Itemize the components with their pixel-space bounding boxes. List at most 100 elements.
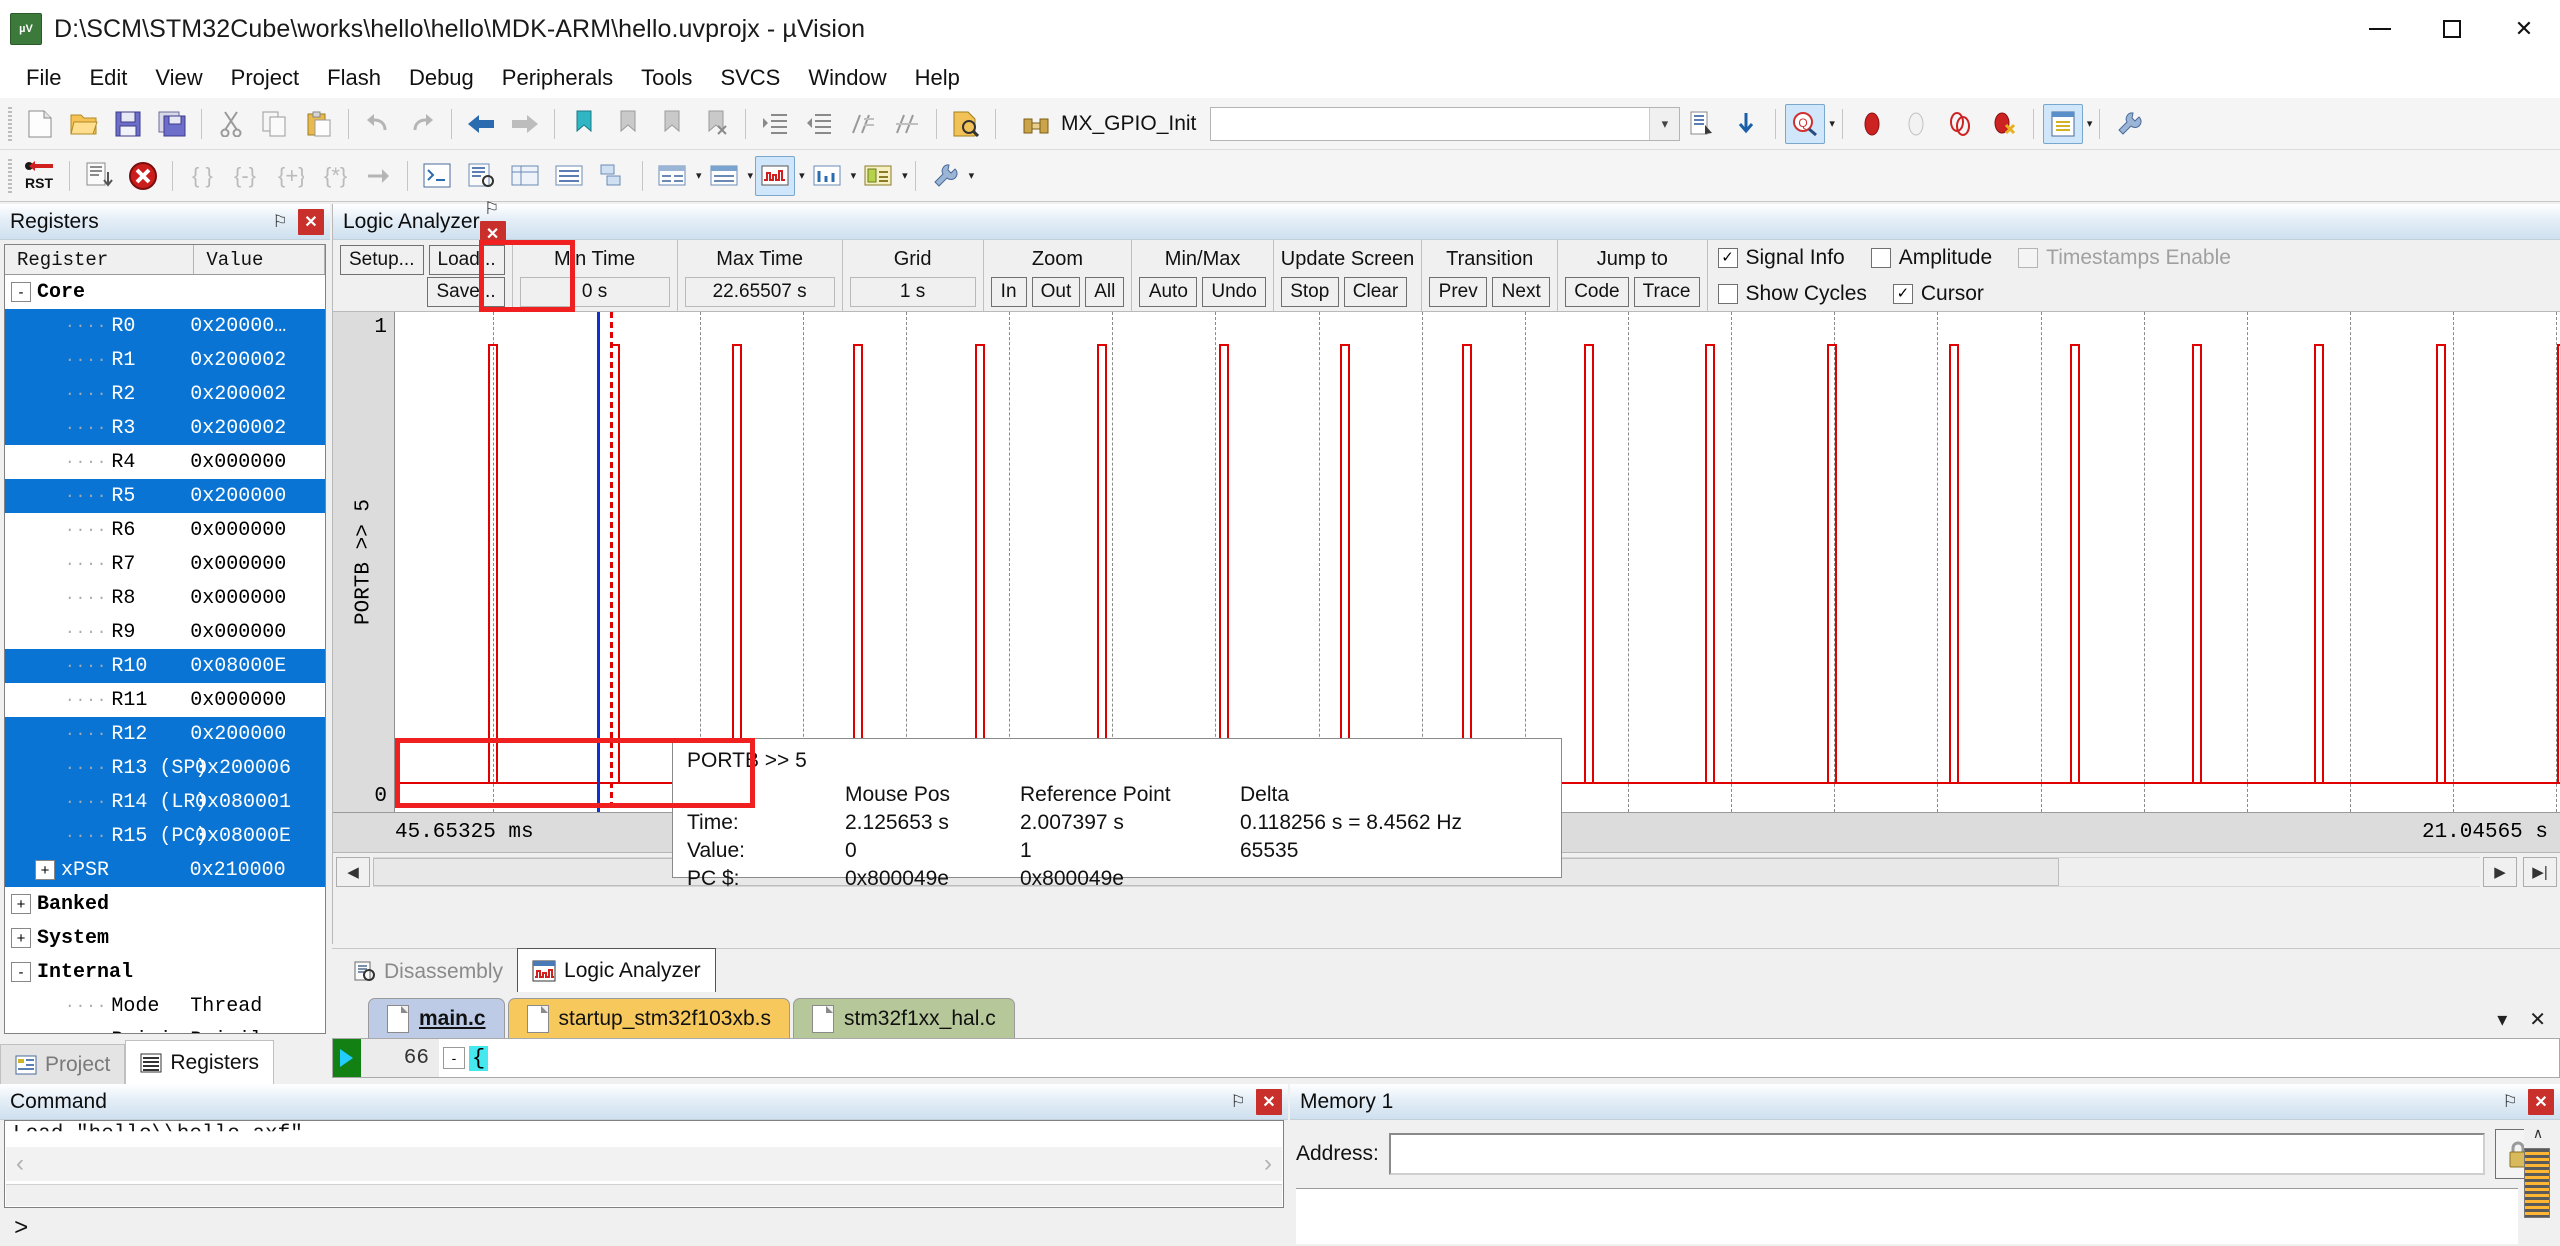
navigate-forward-icon[interactable] [505, 104, 545, 144]
register-value-cell[interactable]: Privileg [190, 1029, 325, 1034]
file-tab-main-c[interactable]: main.c [368, 998, 505, 1038]
mouse-cursor[interactable] [609, 312, 613, 812]
register-value-cell[interactable]: Thread [190, 995, 325, 1018]
menu-file[interactable]: File [12, 61, 75, 95]
find-next-icon[interactable] [1726, 104, 1766, 144]
system-viewer-dropdown-icon[interactable]: ▾ [902, 169, 908, 182]
register-value-cell[interactable]: 0x200000 [190, 485, 325, 508]
register-value-cell[interactable]: 0x000000 [190, 553, 325, 576]
register-row[interactable]: ···· R12 0x200000 [5, 717, 325, 751]
waveform-area[interactable]: 1 0 PORTB >> 5 [333, 312, 2560, 812]
minmax-undo-button[interactable]: Undo [1202, 276, 1266, 307]
transition-prev-button[interactable]: Prev [1429, 276, 1488, 307]
breakpoint-toggle-icon[interactable] [1940, 104, 1980, 144]
memory-icon[interactable] [704, 156, 744, 196]
breakpoint-icon[interactable] [1852, 104, 1892, 144]
window-layout-icon[interactable] [2042, 103, 2083, 144]
checkbox-cursor[interactable]: ✓ Cursor [1892, 282, 1984, 306]
tab-disassembly[interactable]: Disassembly [340, 952, 518, 992]
window-layout-dropdown-icon[interactable]: ▾ [2087, 117, 2093, 130]
memory-vscrollbar[interactable]: ∧ [2524, 1120, 2552, 1244]
reset-icon[interactable]: RST [20, 156, 60, 196]
command-output-area[interactable]: Load "hello\\hello.axf" ‹ › [4, 1120, 1284, 1208]
registers-pin-button[interactable]: ⚐ [268, 210, 292, 234]
bookmark-toggle-icon[interactable] [564, 104, 604, 144]
command-nav-left-icon[interactable]: ‹ [16, 1150, 24, 1178]
analysis-icon[interactable] [755, 155, 796, 196]
magnifier-icon[interactable]: Q [1785, 103, 1826, 144]
trace-icon[interactable] [807, 156, 847, 196]
trace-dropdown-icon[interactable]: ▾ [851, 169, 857, 182]
register-value-cell[interactable]: 0x20000… [190, 315, 325, 338]
register-row[interactable]: ···· R2 0x200002 [5, 377, 325, 411]
navigate-back-icon[interactable] [461, 104, 501, 144]
step-icon[interactable]: { } [182, 156, 222, 196]
watch-icon[interactable] [652, 156, 692, 196]
file-tab-startup-s[interactable]: startup_stm32f103xb.s [507, 998, 790, 1038]
watch-dropdown-icon[interactable]: ▾ [696, 169, 702, 182]
copy-icon[interactable] [255, 104, 295, 144]
update-clear-button[interactable]: Clear [1343, 276, 1408, 307]
maximize-button[interactable] [2416, 0, 2488, 58]
bookmark-prev-icon[interactable] [608, 104, 648, 144]
function-combo[interactable]: MX_GPIO_Init [1021, 111, 1196, 137]
redo-icon[interactable] [402, 104, 442, 144]
undo-icon[interactable] [358, 104, 398, 144]
register-row[interactable]: ···· Privi… Privileg [5, 1023, 325, 1034]
menu-svcs[interactable]: SVCS [706, 61, 794, 95]
command-pin-button[interactable]: ⚐ [1226, 1090, 1250, 1114]
register-row[interactable]: ···· R14 (LR) 0x080001 [5, 785, 325, 819]
register-value-cell[interactable]: 0x000000 [190, 587, 325, 610]
register-row[interactable]: + Banked [5, 887, 325, 921]
scroll-end-button[interactable]: ▶| [2523, 856, 2557, 887]
register-row[interactable]: ···· R4 0x000000 [5, 445, 325, 479]
transition-next-button[interactable]: Next [1492, 276, 1551, 307]
memory-close-button[interactable]: ✕ [2528, 1088, 2554, 1115]
step-out-icon[interactable]: {+} [270, 156, 310, 196]
reference-cursor[interactable] [597, 312, 601, 812]
menu-flash[interactable]: Flash [313, 61, 395, 95]
minimize-button[interactable] [2344, 0, 2416, 58]
debug-toolbar-grip[interactable] [8, 158, 12, 193]
register-row[interactable]: ···· R10 0x08000E [5, 649, 325, 683]
collapse-icon[interactable]: - [11, 962, 31, 982]
register-row[interactable]: + xPSR 0x210000 [5, 853, 325, 887]
register-row[interactable]: + System [5, 921, 325, 955]
expand-icon[interactable]: + [11, 928, 31, 948]
command-input-prompt[interactable]: > [4, 1214, 1284, 1244]
register-row[interactable]: ···· R11 0x000000 [5, 683, 325, 717]
jump-to-code-button[interactable]: Code [1565, 276, 1629, 307]
memory-dropdown-icon[interactable]: ▾ [748, 169, 754, 182]
register-value-cell[interactable]: 0x200002 [190, 383, 325, 406]
configure-icon[interactable] [2109, 104, 2149, 144]
editor-code-text[interactable]: { [469, 1045, 489, 1071]
register-value-cell[interactable]: 0x000000 [190, 519, 325, 542]
chevron-down-icon[interactable]: ▾ [1649, 107, 1680, 140]
register-row[interactable]: ···· R1 0x200002 [5, 343, 325, 377]
memory-pin-button[interactable]: ⚐ [2498, 1090, 2522, 1114]
scroll-left-button[interactable]: ◀ [336, 856, 370, 887]
checkbox-show-cycles[interactable]: Show Cycles [1717, 282, 1867, 306]
collapse-icon[interactable]: - [11, 282, 31, 302]
checkbox-signal-info[interactable]: ✓ Signal Info [1717, 246, 1845, 270]
run-to-line-icon[interactable] [79, 156, 119, 196]
register-value-cell[interactable]: 0x210000 [190, 859, 325, 882]
new-file-icon[interactable] [20, 104, 60, 144]
registers-icon[interactable] [549, 156, 589, 196]
open-file-icon[interactable] [64, 104, 104, 144]
step-to-cursor-icon[interactable]: {*} [314, 156, 354, 196]
column-header-value[interactable]: Value [194, 245, 325, 274]
stop-icon[interactable] [123, 156, 163, 196]
command-close-button[interactable]: ✕ [1256, 1088, 1282, 1115]
register-value-cell[interactable]: 0x080001 [195, 791, 325, 814]
find-in-files-icon[interactable] [946, 104, 986, 144]
editor-area[interactable]: 66 - { [332, 1038, 2560, 1078]
source-browse-icon[interactable] [1682, 104, 1722, 144]
register-row[interactable]: ···· R13 (SP) 0x200006 [5, 751, 325, 785]
file-tabs-close-icon[interactable]: ✕ [2529, 1007, 2546, 1032]
expand-icon[interactable]: + [35, 860, 55, 880]
command-nav-right-icon[interactable]: › [1264, 1150, 1272, 1178]
toolbox-dropdown-icon[interactable]: ▾ [969, 169, 975, 182]
disassembly-icon[interactable] [461, 156, 501, 196]
command-hscrollbar[interactable] [6, 1184, 1282, 1206]
